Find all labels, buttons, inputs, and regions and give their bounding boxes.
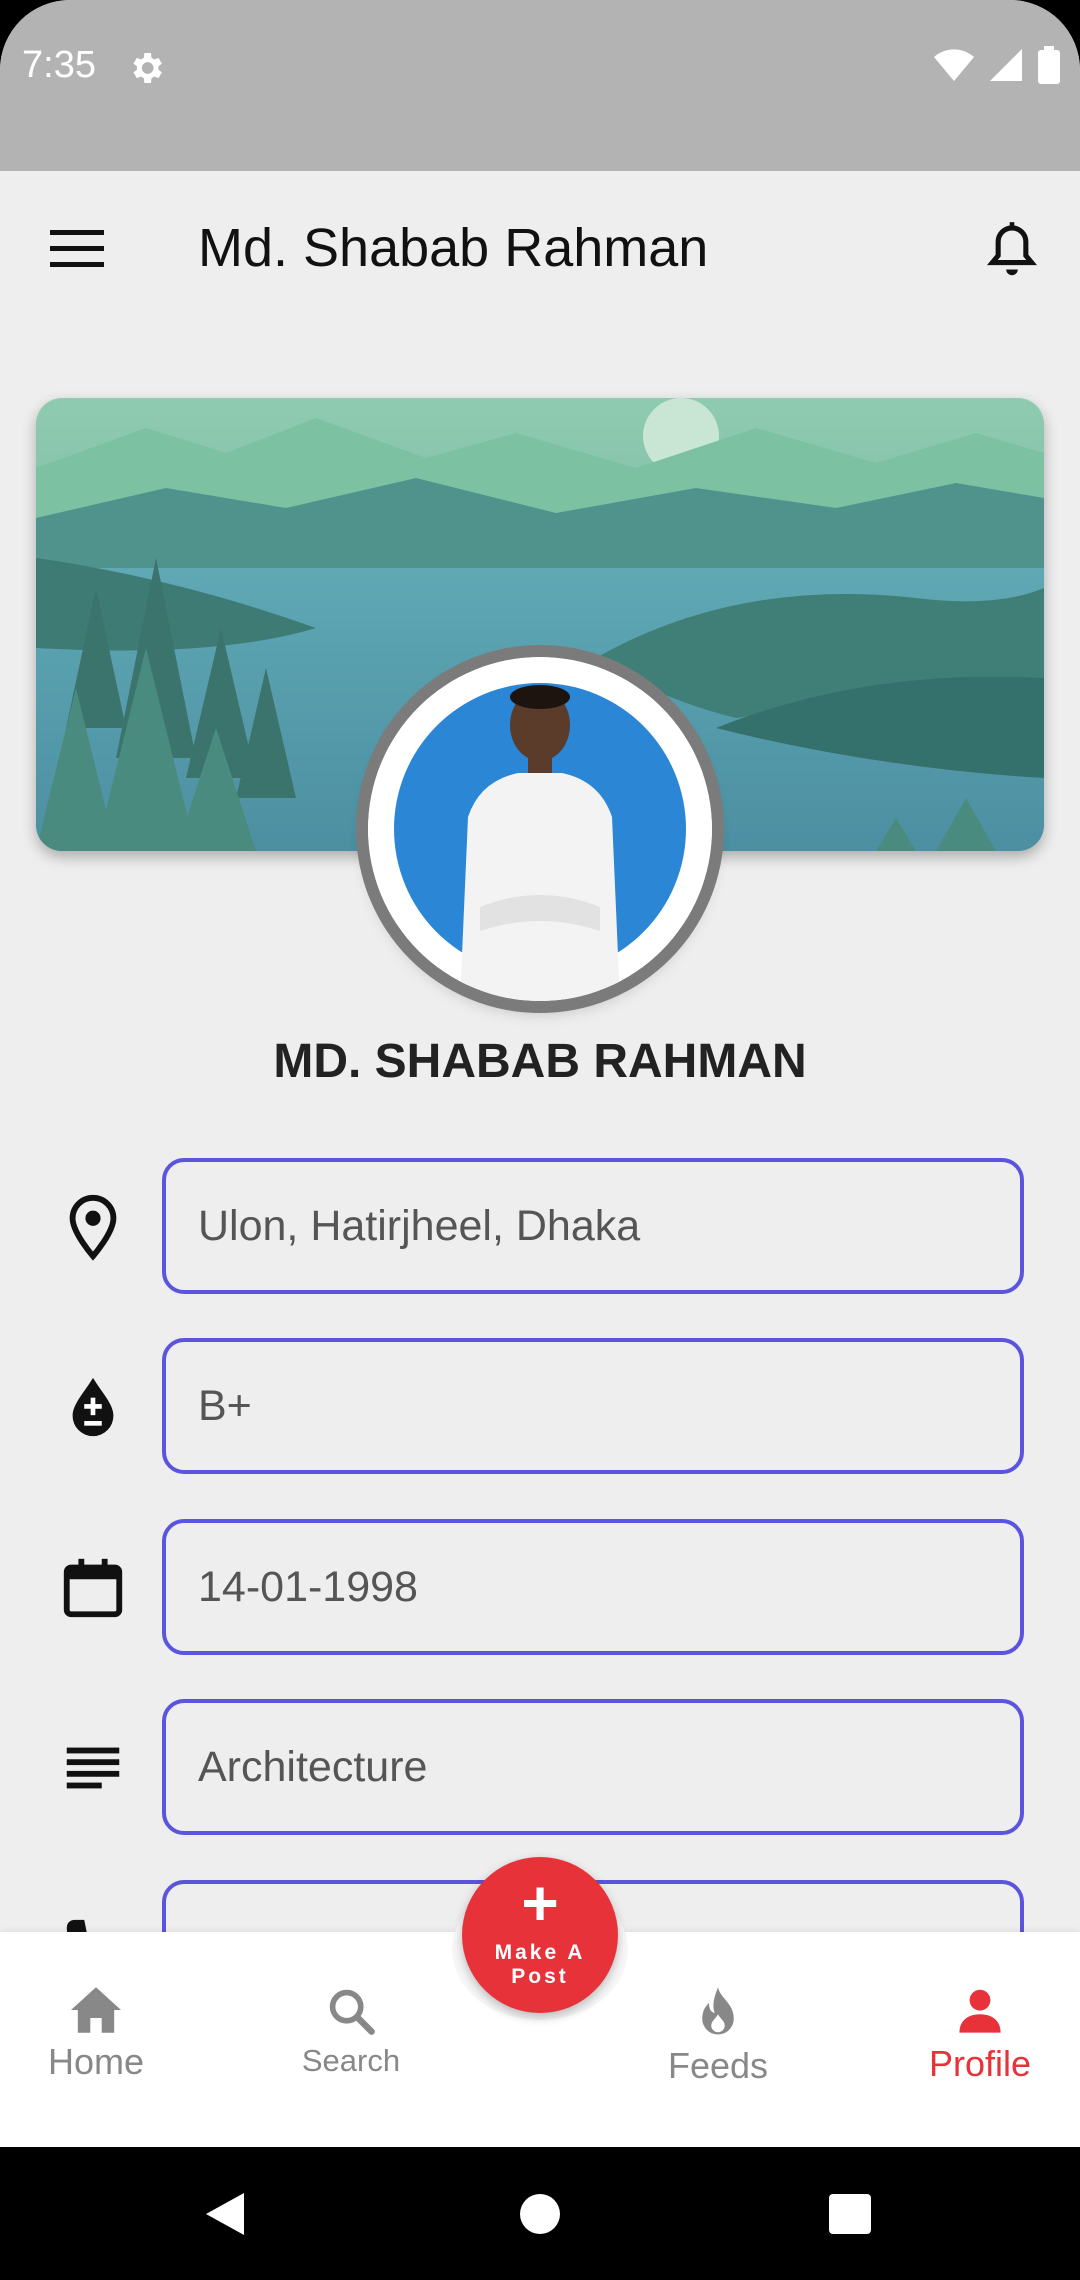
nav-label-search: Search xyxy=(301,2043,401,2078)
blood-group-field[interactable] xyxy=(162,1338,1024,1474)
home-circle-icon[interactable] xyxy=(519,2193,561,2235)
location-field[interactable] xyxy=(162,1158,1024,1294)
profile-name: MD. SHABAB RAHMAN xyxy=(273,1035,807,1088)
birth-date-field[interactable] xyxy=(162,1519,1024,1655)
phone-screen: 7:35 Md. Shabab Rahman MD. SHABAB RAHMAN… xyxy=(0,0,1080,2280)
location-pin-icon xyxy=(69,1194,117,1261)
settings-gear-icon xyxy=(133,53,162,83)
location-row xyxy=(0,1158,1080,1294)
nav-label-home: Home xyxy=(47,2041,145,2082)
page-title: Md. Shabab Rahman xyxy=(198,218,709,278)
status-icons xyxy=(934,46,1060,84)
search-icon xyxy=(329,1989,375,2035)
profile-avatar[interactable] xyxy=(368,657,712,1001)
fab-label-line1: Make A xyxy=(494,1941,586,1964)
nav-label-feeds: Feeds xyxy=(667,2045,769,2086)
nav-item-feeds[interactable]: Feeds xyxy=(648,1985,788,2105)
system-navigation-bar xyxy=(0,2147,1080,2280)
notification-bell-icon[interactable] xyxy=(984,221,1040,281)
nav-item-home[interactable]: Home xyxy=(26,1985,166,2105)
notes-icon xyxy=(66,1747,120,1789)
wifi-icon xyxy=(934,49,974,81)
person-icon xyxy=(959,1989,1001,2033)
calendar-icon xyxy=(63,1558,123,1618)
plus-icon: + xyxy=(521,1867,559,1939)
recents-square-icon[interactable] xyxy=(829,2194,871,2234)
back-icon[interactable] xyxy=(206,2193,244,2235)
nav-item-search[interactable]: Search xyxy=(281,1985,421,2105)
cellular-signal-icon xyxy=(990,49,1022,81)
nav-label-profile: Profile xyxy=(928,2043,1032,2084)
blood-drop-icon xyxy=(72,1377,114,1437)
blood-group-row xyxy=(0,1338,1080,1474)
nav-item-profile[interactable]: Profile xyxy=(910,1985,1050,2105)
fab-label-line2: Post xyxy=(511,1965,569,1988)
battery-icon xyxy=(1038,46,1060,84)
profession-field[interactable] xyxy=(162,1699,1024,1835)
status-bar: 7:35 xyxy=(0,0,1080,171)
home-icon xyxy=(71,1987,121,2033)
hamburger-menu-icon[interactable] xyxy=(50,228,104,270)
birth-date-row xyxy=(0,1519,1080,1655)
app-bar: Md. Shabab Rahman xyxy=(0,171,1080,329)
flame-icon xyxy=(702,1987,734,2035)
status-time: 7:35 xyxy=(22,44,96,86)
profession-row xyxy=(0,1699,1080,1835)
make-a-post-button[interactable]: + Make A Post xyxy=(462,1857,618,2013)
avatar-photo xyxy=(368,657,712,1001)
